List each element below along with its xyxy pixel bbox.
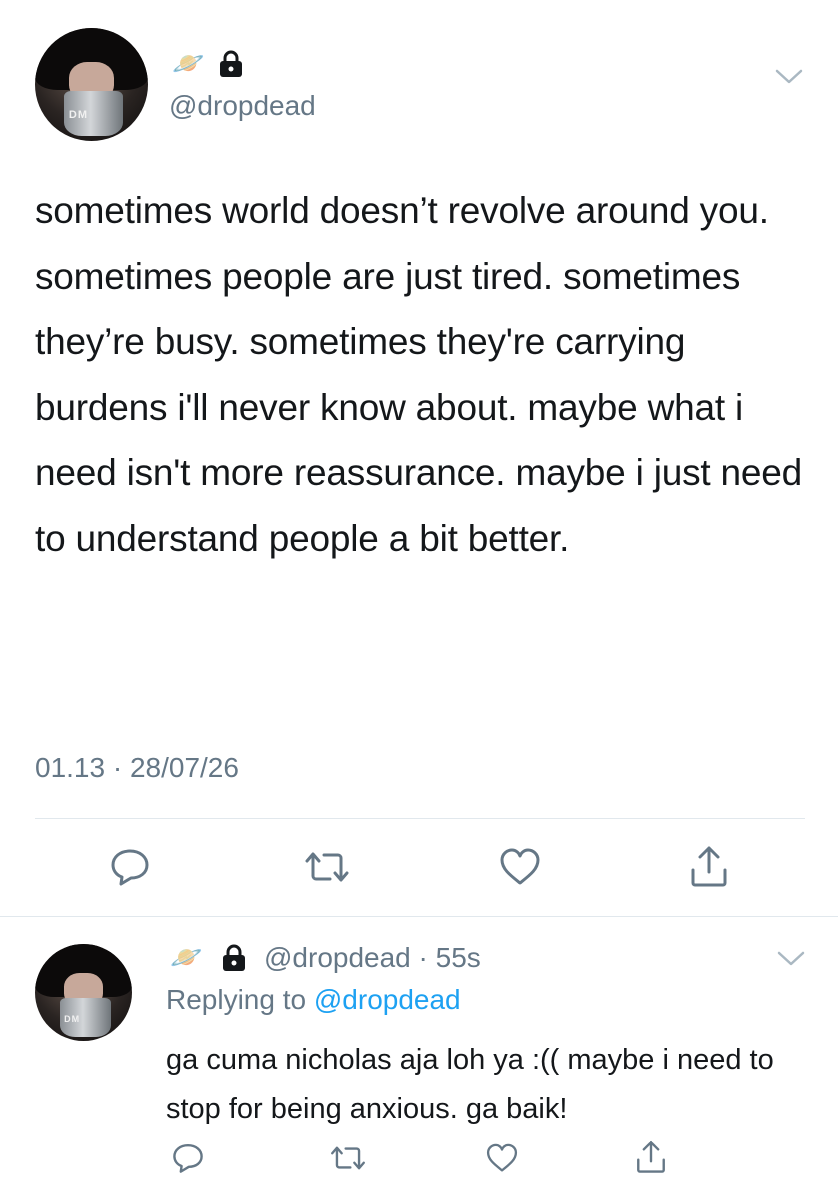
retweet-button[interactable] xyxy=(322,1140,374,1180)
share-button[interactable] xyxy=(683,843,735,893)
retweet-button[interactable] xyxy=(297,845,357,893)
like-button[interactable] xyxy=(480,1140,524,1180)
avatar-cup-text: DM xyxy=(68,109,88,122)
reply-handle[interactable]: @dropdead xyxy=(264,942,411,973)
display-name-emoji-icon: 🪐 xyxy=(172,48,205,78)
header-separator: · xyxy=(418,942,428,973)
replying-to: Replying to @dropdead xyxy=(166,984,461,1016)
chevron-down-icon[interactable] xyxy=(777,950,805,973)
reply-icon xyxy=(109,847,151,892)
retweet-icon xyxy=(302,848,352,891)
reply-text: ga cuma nicholas aja loh ya :(( maybe i … xyxy=(166,1044,774,1125)
chevron-down-icon[interactable] xyxy=(775,68,803,91)
reply-button[interactable] xyxy=(166,1140,210,1180)
retweet-icon xyxy=(328,1143,368,1178)
avatar-cup-text: DM xyxy=(64,1013,81,1024)
replying-mention-link[interactable]: @dropdead xyxy=(314,984,461,1015)
lock-icon xyxy=(218,50,244,78)
tweet-timestamp[interactable]: 01.13 · 28/07/26 xyxy=(35,752,239,784)
replying-prefix: Replying to xyxy=(166,984,307,1015)
reply-button[interactable] xyxy=(104,845,156,893)
heart-icon xyxy=(485,1142,519,1179)
share-button[interactable] xyxy=(630,1138,672,1180)
lock-icon xyxy=(221,944,247,972)
heart-icon xyxy=(498,847,542,892)
display-name-emoji-icon: 🪐 xyxy=(170,942,203,972)
share-icon xyxy=(635,1139,667,1179)
share-icon xyxy=(689,844,729,893)
divider xyxy=(0,916,838,917)
reply-header: @dropdead · 55s xyxy=(264,942,481,974)
tweet-text: sometimes world doesn’t revolve around y… xyxy=(35,190,803,559)
divider xyxy=(35,818,805,819)
avatar[interactable]: DM xyxy=(35,28,148,141)
reply-time[interactable]: 55s xyxy=(436,942,481,973)
username-handle[interactable]: @dropdead xyxy=(169,90,316,122)
reply-icon xyxy=(171,1142,205,1179)
reply-avatar[interactable]: DM xyxy=(35,944,132,1041)
like-button[interactable] xyxy=(494,845,546,893)
